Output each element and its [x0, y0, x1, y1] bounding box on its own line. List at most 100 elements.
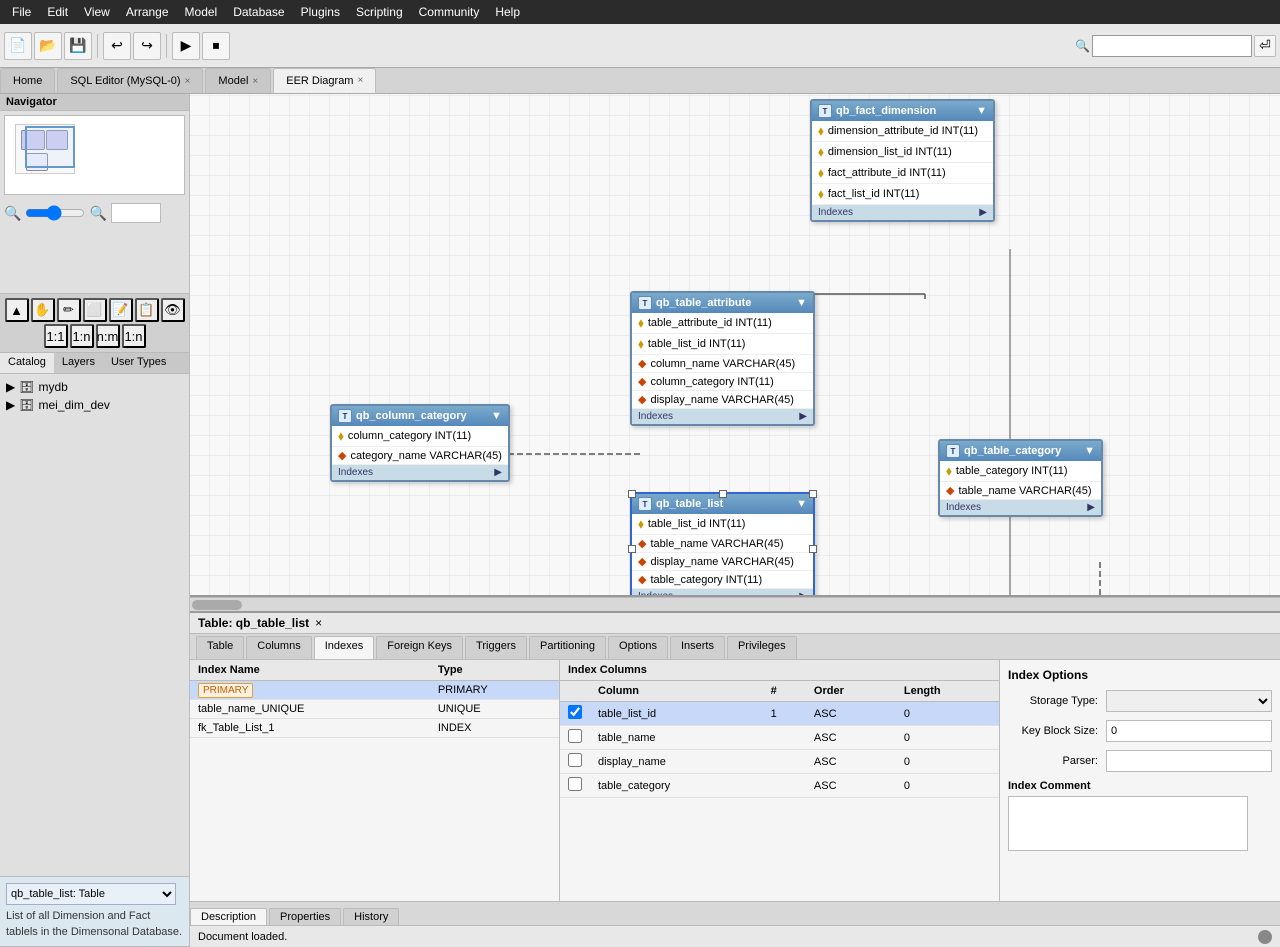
zoom-value[interactable]: 100: [111, 203, 161, 223]
note-tool[interactable]: 📝: [109, 298, 133, 322]
ttab-privileges[interactable]: Privileges: [727, 636, 797, 659]
ttab-columns[interactable]: Columns: [246, 636, 311, 659]
relation-1n2[interactable]: 1:n: [122, 324, 146, 348]
col-category-name[interactable]: ◆ category_name VARCHAR(45): [332, 447, 508, 465]
eer-table-qb-column-category[interactable]: T qb_column_category ▼ ⬧ column_category…: [330, 404, 510, 482]
eer-footer[interactable]: Indexes ▶: [940, 500, 1101, 515]
menu-file[interactable]: File: [4, 3, 39, 21]
resize-handle-tl[interactable]: [628, 490, 636, 498]
ttab-options[interactable]: Options: [608, 636, 668, 659]
eraser-tool[interactable]: ✏: [57, 298, 81, 322]
idx-col-check-1[interactable]: [568, 729, 582, 743]
tree-item-mydb[interactable]: ▶ 🗄 mydb: [4, 378, 185, 396]
new-button[interactable]: 📄: [4, 32, 32, 60]
pointer-tool[interactable]: ▲: [5, 298, 29, 322]
ttab-partitioning[interactable]: Partitioning: [529, 636, 606, 659]
menu-edit[interactable]: Edit: [39, 3, 76, 21]
resize-handle-mr[interactable]: [809, 545, 817, 553]
col-column-name[interactable]: ◆ column_name VARCHAR(45): [632, 355, 813, 373]
eer-footer[interactable]: Indexes ▶: [632, 409, 813, 424]
col-table-cat-id[interactable]: ⬧ table_category INT(11): [940, 461, 1101, 482]
col-table-category[interactable]: ◆ table_category INT(11): [632, 571, 813, 589]
eer-footer[interactable]: Indexes ▶: [812, 205, 993, 220]
save-button[interactable]: 💾: [64, 32, 92, 60]
idx-col-row-1[interactable]: table_name ASC 0: [560, 726, 999, 750]
menu-arrange[interactable]: Arrange: [118, 3, 177, 21]
tab-sql-editor-close[interactable]: ×: [185, 76, 191, 87]
schema-tab-user-types[interactable]: User Types: [103, 353, 174, 373]
table-menu-icon[interactable]: ▼: [796, 498, 807, 510]
resize-handle-ml[interactable]: [628, 545, 636, 553]
eer-canvas[interactable]: T qb_fact_dimension ▼ ⬧ dimension_attrib…: [190, 94, 1280, 597]
view-tool[interactable]: 👁: [161, 298, 185, 322]
col-dimension-list-id[interactable]: ⬧ dimension_list_id INT(11): [812, 142, 993, 163]
tab-home[interactable]: Home: [0, 68, 55, 93]
hand-tool[interactable]: ✋: [31, 298, 55, 322]
search-submit[interactable]: ⏎: [1254, 35, 1276, 57]
col-column-category[interactable]: ◆ column_category INT(11): [632, 373, 813, 391]
table-tool[interactable]: 📋: [135, 298, 159, 322]
relation-nm[interactable]: n:m: [96, 324, 120, 348]
expand-icon[interactable]: ▶: [979, 207, 987, 218]
expand-icon[interactable]: ▶: [799, 591, 807, 597]
menu-plugins[interactable]: Plugins: [293, 3, 348, 21]
tab-model[interactable]: Model ×: [205, 68, 271, 93]
col-table-name-cat[interactable]: ◆ table_name VARCHAR(45): [940, 482, 1101, 500]
col-dimension-attribute-id[interactable]: ⬧ dimension_attribute_id INT(11): [812, 121, 993, 142]
horizontal-scrollbar[interactable]: [190, 597, 1280, 611]
resize-handle-tr[interactable]: [809, 490, 817, 498]
menu-view[interactable]: View: [76, 3, 118, 21]
menu-model[interactable]: Model: [177, 3, 226, 21]
ttab-indexes[interactable]: Indexes: [314, 636, 375, 659]
index-row-unique[interactable]: table_name_UNIQUE UNIQUE: [190, 700, 559, 719]
schema-tab-catalog[interactable]: Catalog: [0, 353, 54, 373]
redo-button[interactable]: ↪: [133, 32, 161, 60]
relation-1n[interactable]: 1:n: [70, 324, 94, 348]
table-menu-icon[interactable]: ▼: [796, 297, 807, 309]
key-block-input[interactable]: [1106, 720, 1272, 742]
relation-11[interactable]: 1:1: [44, 324, 68, 348]
index-row-fk[interactable]: fk_Table_List_1 INDEX: [190, 719, 559, 738]
expand-icon[interactable]: ▶: [494, 467, 502, 478]
search-input[interactable]: [1092, 35, 1252, 57]
eer-footer[interactable]: Indexes ▶: [632, 589, 813, 597]
tree-item-mei[interactable]: ▶ 🗄 mei_dim_dev: [4, 396, 185, 414]
object-selector[interactable]: qb_table_list: Table: [6, 883, 176, 905]
index-comment-textarea[interactable]: [1008, 796, 1248, 851]
col-column-cat-id[interactable]: ⬧ column_category INT(11): [332, 426, 508, 447]
col-display-name[interactable]: ◆ display_name VARCHAR(45): [632, 391, 813, 409]
hscroll-thumb[interactable]: [192, 600, 242, 610]
eer-footer[interactable]: Indexes ▶: [332, 465, 508, 480]
zoom-in-icon[interactable]: 🔍: [89, 205, 106, 222]
tab-sql-editor[interactable]: SQL Editor (MySQL-0) ×: [57, 68, 203, 93]
menu-community[interactable]: Community: [411, 3, 488, 21]
table-menu-icon[interactable]: ▼: [1084, 445, 1095, 457]
col-fact-list-id[interactable]: ⬧ fact_list_id INT(11): [812, 184, 993, 205]
stab-properties[interactable]: Properties: [269, 908, 341, 925]
parser-input[interactable]: [1106, 750, 1272, 772]
idx-col-check-3[interactable]: [568, 777, 582, 791]
ttab-inserts[interactable]: Inserts: [670, 636, 725, 659]
menu-scripting[interactable]: Scripting: [348, 3, 411, 21]
schema-tab-layers[interactable]: Layers: [54, 353, 103, 373]
menu-database[interactable]: Database: [225, 3, 292, 21]
col-table-list-id[interactable]: ⬧ table_list_id INT(11): [632, 334, 813, 355]
col-fact-attribute-id[interactable]: ⬧ fact_attribute_id INT(11): [812, 163, 993, 184]
col-table-attr-id[interactable]: ⬧ table_attribute_id INT(11): [632, 313, 813, 334]
stab-history[interactable]: History: [343, 908, 399, 925]
index-row-primary[interactable]: PRIMARY PRIMARY: [190, 681, 559, 700]
ttab-triggers[interactable]: Triggers: [465, 636, 527, 659]
expand-icon[interactable]: ▶: [1087, 502, 1095, 513]
eer-table-qb-table-attribute[interactable]: T qb_table_attribute ▼ ⬧ table_attribute…: [630, 291, 815, 426]
open-button[interactable]: 📂: [34, 32, 62, 60]
undo-button[interactable]: ↩: [103, 32, 131, 60]
execute-button[interactable]: ▶: [172, 32, 200, 60]
zoom-out-icon[interactable]: 🔍: [4, 205, 21, 222]
col-table-name[interactable]: ◆ table_name VARCHAR(45): [632, 535, 813, 553]
tab-eer-diagram[interactable]: EER Diagram ×: [273, 68, 376, 93]
table-menu-icon[interactable]: ▼: [491, 410, 502, 422]
storage-type-select[interactable]: [1106, 690, 1272, 712]
stop-button[interactable]: ⏹: [202, 32, 230, 60]
menu-help[interactable]: Help: [487, 3, 528, 21]
table-editor-close[interactable]: ×: [315, 616, 322, 630]
